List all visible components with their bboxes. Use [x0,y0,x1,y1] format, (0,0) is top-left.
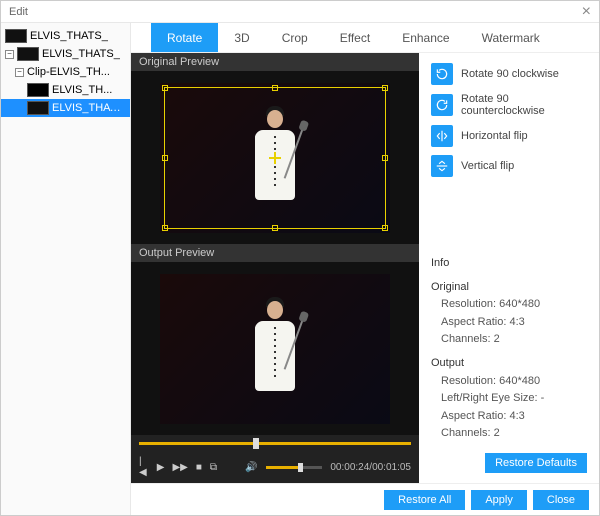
original-preview[interactable] [131,71,419,244]
prev-button[interactable]: |◀ [139,456,149,478]
crop-box[interactable] [164,87,386,229]
seek-thumb[interactable] [253,438,259,449]
original-resolution: Resolution: 640*480 [431,296,587,314]
tree-item[interactable]: − Clip-ELVIS_TH... [1,63,130,81]
player-controls: |◀ ▶ ▶▶ ■ ⧉ 🔊 00:00:24/00:01:05 [131,435,419,483]
footer: Restore All Apply Close [131,483,599,515]
tab-bar: Rotate 3D Crop Effect Enhance Watermark [131,23,599,53]
tab-3d[interactable]: 3D [218,23,265,52]
collapse-icon[interactable]: − [15,68,24,77]
thumbnail-icon [27,101,49,115]
info-title: Info [431,255,587,273]
tree-label: ELVIS_THATS_ [42,48,120,60]
tree-item[interactable]: − ELVIS_THATS_ [1,45,130,63]
output-aspect: Aspect Ratio: 4:3 [431,408,587,426]
original-aspect: Aspect Ratio: 4:3 [431,314,587,332]
restore-defaults-button[interactable]: Restore Defaults [485,453,587,473]
thumbnail-icon [5,29,27,43]
flip-h-icon [431,125,453,147]
volume-icon[interactable]: 🔊 [245,462,257,473]
preview-column: Original Preview [131,53,419,483]
edit-window: Edit × ELVIS_THATS_ − ELVIS_THATS_ − Cli… [0,0,600,516]
tree-label: ELVIS_THATS_ [52,102,126,114]
option-label: Horizontal flip [461,130,528,142]
crop-handle[interactable] [162,155,168,161]
performer-figure [245,301,305,411]
tab-crop[interactable]: Crop [266,23,324,52]
restore-all-button[interactable]: Restore All [384,490,465,510]
option-label: Rotate 90 clockwise [461,68,559,80]
thumbnail-icon [27,83,49,97]
crop-center-icon[interactable] [269,152,281,164]
tree-label: ELVIS_TH... [52,84,112,96]
play-button[interactable]: ▶ [157,462,165,473]
output-header: Output [431,355,587,373]
close-icon[interactable]: × [582,3,591,21]
crop-handle[interactable] [382,225,388,231]
crop-handle[interactable] [272,85,278,91]
tree-item-selected[interactable]: ELVIS_THATS_ [1,99,130,117]
snapshot-button[interactable]: ⧉ [210,462,217,473]
horizontal-flip[interactable]: Horizontal flip [431,125,587,147]
stop-button[interactable]: ■ [196,462,202,473]
collapse-icon[interactable]: − [5,50,14,59]
rotate-90-ccw[interactable]: Rotate 90 counterclockwise [431,93,587,117]
titlebar: Edit × [1,1,599,23]
clip-tree: ELVIS_THATS_ − ELVIS_THATS_ − Clip-ELVIS… [1,23,131,515]
video-frame [160,83,390,233]
output-preview-label: Output Preview [131,244,419,262]
apply-button[interactable]: Apply [471,490,527,510]
tab-effect[interactable]: Effect [324,23,386,52]
volume-thumb[interactable] [298,463,303,472]
options-panel: Rotate 90 clockwise Rotate 90 counterclo… [419,53,599,483]
crop-handle[interactable] [382,155,388,161]
output-channels: Channels: 2 [431,425,587,443]
main: Rotate 3D Crop Effect Enhance Watermark … [131,23,599,515]
tab-watermark[interactable]: Watermark [466,23,556,52]
fwd-button[interactable]: ▶▶ [172,462,187,473]
info-block: Info Original Resolution: 640*480 Aspect… [431,249,587,449]
output-preview[interactable] [131,262,419,435]
crop-handle[interactable] [162,85,168,91]
crop-handle[interactable] [162,225,168,231]
tree-item[interactable]: ELVIS_THATS_ [1,27,130,45]
tree-label: Clip-ELVIS_TH... [27,66,110,78]
original-channels: Channels: 2 [431,331,587,349]
tree-label: ELVIS_THATS_ [30,30,108,42]
original-header: Original [431,279,587,297]
rotate-ccw-icon [431,94,453,116]
tab-rotate[interactable]: Rotate [151,23,218,52]
tree-item[interactable]: ELVIS_TH... [1,81,130,99]
video-frame [160,274,390,424]
tab-enhance[interactable]: Enhance [386,23,465,52]
crop-handle[interactable] [272,225,278,231]
close-button[interactable]: Close [533,490,589,510]
seek-bar[interactable] [131,435,419,451]
flip-v-icon [431,155,453,177]
vertical-flip[interactable]: Vertical flip [431,155,587,177]
window-title: Edit [9,6,28,18]
time-display: 00:00:24/00:01:05 [330,462,411,473]
body: ELVIS_THATS_ − ELVIS_THATS_ − Clip-ELVIS… [1,23,599,515]
original-preview-label: Original Preview [131,53,419,71]
content: Original Preview [131,53,599,483]
option-label: Rotate 90 counterclockwise [461,93,587,117]
output-resolution: Resolution: 640*480 [431,373,587,391]
rotate-cw-icon [431,63,453,85]
output-eye: Left/Right Eye Size: - [431,390,587,408]
rotate-90-cw[interactable]: Rotate 90 clockwise [431,63,587,85]
option-label: Vertical flip [461,160,514,172]
crop-handle[interactable] [382,85,388,91]
volume-slider[interactable] [266,466,323,469]
thumbnail-icon [17,47,39,61]
